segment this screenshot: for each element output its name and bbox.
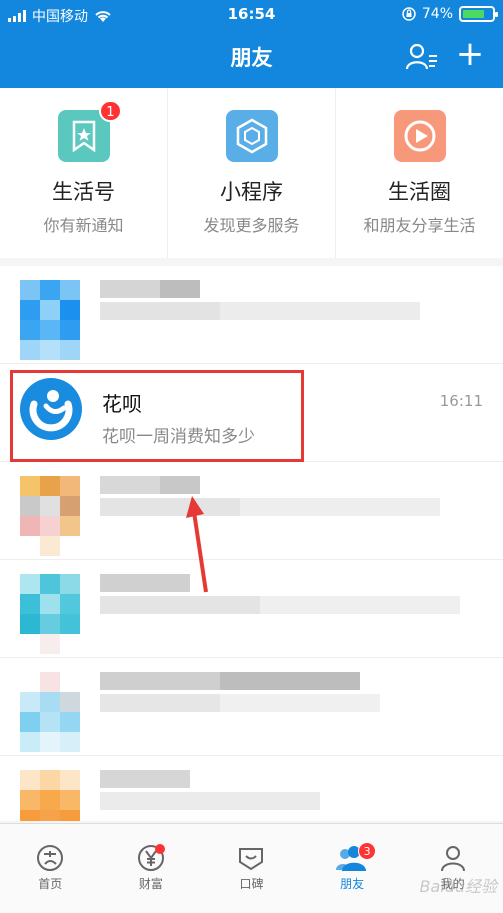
pixelated-text xyxy=(100,596,460,614)
pixelated-text xyxy=(100,476,200,494)
annotation-arrow-icon xyxy=(186,496,208,593)
tab-label: 财富 xyxy=(138,877,163,891)
tab-friends[interactable]: 3 朋友 xyxy=(302,824,403,913)
pixelated-avatar xyxy=(20,672,80,752)
tab-label: 首页 xyxy=(38,877,63,891)
pixelated-text xyxy=(100,498,440,516)
person-icon xyxy=(440,846,465,872)
message-list: 花呗 花呗一周消费知多少 16:11 xyxy=(0,266,503,821)
play-circle-icon xyxy=(393,110,446,162)
pixelated-text xyxy=(100,672,360,690)
contacts-icon[interactable] xyxy=(405,42,439,72)
add-icon[interactable]: + xyxy=(455,37,485,71)
pixelated-text xyxy=(100,694,380,712)
pixelated-text xyxy=(100,574,190,592)
list-item[interactable] xyxy=(0,560,503,658)
notification-dot xyxy=(154,844,165,854)
pixelated-text xyxy=(100,302,420,320)
tab-label: 口碑 xyxy=(239,877,264,891)
pixelated-avatar xyxy=(20,280,80,360)
rotation-lock-icon xyxy=(402,7,416,21)
watermark: Baidu经验 xyxy=(419,877,497,896)
tile-title: 小程序 xyxy=(220,180,283,204)
bookmark-star-icon: 1 xyxy=(57,100,122,162)
message-time: 16:11 xyxy=(439,392,483,410)
tile-subtitle: 发现更多服务 xyxy=(203,216,300,235)
koubei-icon xyxy=(239,848,264,871)
tile-mini-program[interactable]: 小程序 发现更多服务 xyxy=(167,88,335,258)
service-tiles: 1 生活号 你有新通知 小程序 发现更多服务 生活圈 和朋友分享生活 xyxy=(0,88,503,258)
alipay-icon xyxy=(37,845,64,871)
tile-life-account[interactable]: 1 生活号 你有新通知 xyxy=(0,88,167,258)
battery-percent: 74% xyxy=(421,6,453,22)
list-item[interactable] xyxy=(0,266,503,364)
tile-title: 生活圈 xyxy=(388,180,451,204)
tile-title: 生活号 xyxy=(52,180,115,204)
tile-life-circle[interactable]: 生活圈 和朋友分享生活 xyxy=(335,88,503,258)
top-bar: 中国移动 16:54 74% 朋友 + xyxy=(0,0,503,88)
pixelated-avatar xyxy=(20,476,80,556)
battery-icon xyxy=(459,6,498,22)
notification-badge: 1 xyxy=(99,100,122,122)
pixelated-text xyxy=(100,792,320,810)
list-item[interactable] xyxy=(0,462,503,560)
friends-badge: 3 xyxy=(358,842,377,860)
tab-bar: 首页 财富 口碑 3 朋友 我的 Baidu经验 xyxy=(0,823,503,913)
list-item[interactable] xyxy=(0,756,503,821)
mini-program-icon xyxy=(225,110,278,162)
pixelated-text xyxy=(100,280,200,298)
tab-wealth[interactable]: 财富 xyxy=(101,824,202,913)
tab-mine[interactable]: 我的 xyxy=(402,824,503,913)
highlight-box xyxy=(10,370,304,462)
tile-subtitle: 你有新通知 xyxy=(43,216,124,235)
tile-subtitle: 和朋友分享生活 xyxy=(363,216,476,235)
pixelated-avatar xyxy=(20,770,80,821)
tab-label: 朋友 xyxy=(340,877,365,891)
list-item[interactable] xyxy=(0,658,503,756)
status-bar: 中国移动 16:54 74% xyxy=(0,0,503,30)
pixelated-text xyxy=(100,770,190,788)
tab-home[interactable]: 首页 xyxy=(0,824,101,913)
tab-koubei[interactable]: 口碑 xyxy=(201,824,302,913)
pixelated-avatar xyxy=(20,574,80,654)
